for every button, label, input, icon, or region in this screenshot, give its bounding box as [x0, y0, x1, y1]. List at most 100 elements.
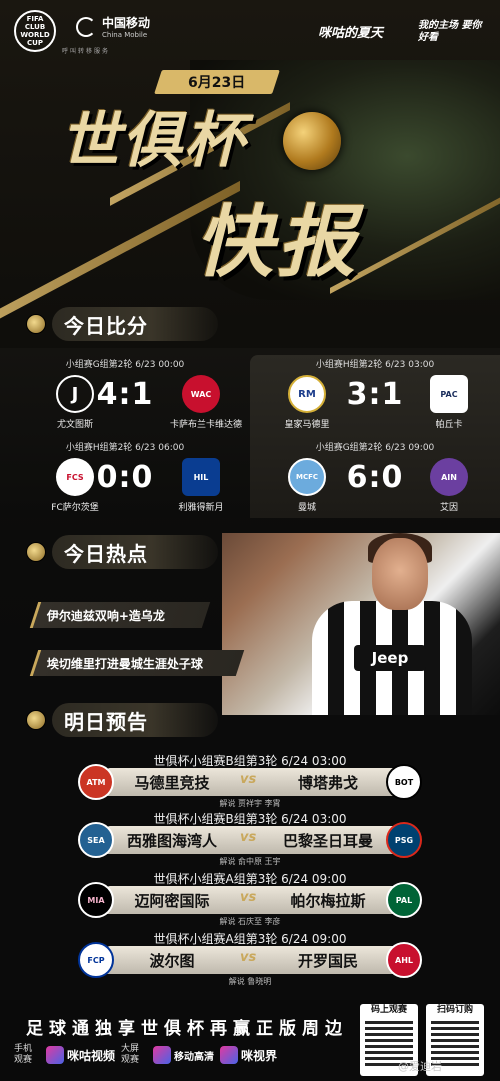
brand-migu-summer: 咪咕的夏天: [318, 26, 384, 41]
team-crest-al-ahly: AHL: [386, 942, 422, 978]
footer-slogan: 足球通独享世俱杯再赢正版周边: [26, 1019, 348, 1039]
app-mi-shijie[interactable]: 咪视界: [220, 1046, 277, 1064]
home-team-name: 迈阿密国际: [134, 891, 210, 910]
fifa-club-world-cup-logo: FIFA CLUB WORLD CUP: [14, 10, 56, 52]
football-icon: [26, 710, 46, 730]
match-meta: 小组赛G组第2轮 6/23 00:00: [65, 360, 185, 370]
title-club-world-cup: 世俱杯: [60, 106, 246, 176]
fifa-logo-text: FIFA CLUB WORLD CUP: [20, 15, 50, 47]
section-hot-label: 今日热点: [52, 535, 218, 569]
home-team-name: FC萨尔茨堡: [51, 503, 99, 513]
preview-match-info: 世俱杯小组赛A组第3轮 6/24 09:00: [153, 932, 347, 946]
away-team-name: 卡萨布兰卡维达德: [169, 420, 242, 430]
qr-watch-label: 码上观赛: [370, 1005, 407, 1015]
team-crest-atletico: ATM: [78, 764, 114, 800]
home-team-name: 马德里竞技: [134, 773, 210, 792]
home-team-name: 皇家马德里: [284, 420, 330, 430]
match-score: 4:1: [96, 377, 154, 412]
away-team-name: 帕尔梅拉斯: [290, 891, 366, 910]
hot-headline[interactable]: 伊尔迪兹双响+造乌龙: [29, 602, 211, 628]
score-card: 小组赛G组第2轮 6/23 00:00 J 4:1 WAC 尤文图斯 卡萨布兰卡…: [6, 357, 244, 432]
away-team-name: 巴黎圣日耳曼: [282, 831, 373, 850]
preview-match[interactable]: 世俱杯小组赛B组第3轮 6/24 03:00 SEA 西雅图海湾人 vs 巴黎圣…: [0, 810, 500, 876]
team-crest-inter-miami: MIA: [78, 882, 114, 918]
phone-watch-label: 手机观赛: [14, 1044, 33, 1065]
football-icon: [26, 314, 46, 334]
commentators: 解说 贾祥宇 李霄: [219, 799, 281, 808]
preview-match[interactable]: 世俱杯小组赛A组第3轮 6/24 09:00 MIA 迈阿密国际 vs 帕尔梅拉…: [0, 870, 500, 936]
player-face: [372, 538, 428, 610]
china-mobile-en: China Mobile: [102, 31, 148, 39]
team-crest-man-city: MCFC: [288, 458, 326, 496]
team-crest-wydad: WAC: [182, 375, 220, 413]
match-meta: 小组赛G组第2轮 6/23 09:00: [315, 443, 435, 453]
team-crest-al-hilal: HIL: [182, 458, 220, 496]
match-meta: 小组赛H组第2轮 6/23 03:00: [315, 360, 435, 370]
vs-label: vs: [240, 950, 257, 965]
home-team-name: 西雅图海湾人: [126, 831, 217, 850]
match-score: 6:0: [346, 460, 404, 495]
team-crest-al-ain: AIN: [430, 458, 468, 496]
mobile-hd-icon: [153, 1046, 172, 1064]
match-meta: 小组赛H组第2轮 6/23 06:00: [65, 443, 185, 453]
poster: FIFA CLUB WORLD CUP 中国移动 China Mobile 呼叫…: [0, 0, 500, 1081]
home-team-name: 曼城: [297, 503, 316, 513]
trophy-icon: [283, 112, 341, 170]
china-mobile-cn: 中国移动: [102, 16, 151, 30]
app-mobile-hd[interactable]: 移动高清: [153, 1046, 214, 1064]
hot-headline-text: 埃切维里打进曼城生涯处子球: [47, 656, 204, 671]
china-mobile-sub: 呼叫转移服务: [62, 48, 111, 55]
away-team-name: 帕丘卡: [435, 420, 463, 430]
team-crest-real-madrid: RM: [288, 375, 326, 413]
date-text: 6月23日: [188, 75, 246, 91]
football-icon: [26, 542, 46, 562]
player-photo: Jeep: [222, 533, 500, 715]
score-card: 小组赛H组第2轮 6/23 03:00 RM 3:1 PAC 皇家马德里 帕丘卡: [256, 357, 494, 432]
team-crest-porto: FCP: [78, 942, 114, 978]
commentators: 解说 鲁晓明: [228, 977, 272, 986]
section-scores-label: 今日比分: [52, 307, 218, 341]
tv-watch-label: 大屏观赛: [121, 1044, 140, 1065]
away-team-name: 艾因: [439, 503, 458, 513]
china-mobile-icon: [76, 16, 96, 37]
away-team-name: 博塔弗戈: [297, 773, 358, 792]
section-preview-header: 明日预告: [26, 702, 218, 738]
commentators: 解说 俞中原 王宇: [219, 857, 281, 866]
section-hot-header: 今日热点: [26, 534, 218, 570]
vs-label: vs: [240, 830, 257, 845]
top-bar: FIFA CLUB WORLD CUP 中国移动 China Mobile 呼叫…: [0, 0, 500, 60]
vs-label: vs: [240, 890, 257, 905]
team-crest-psg: PSG: [386, 822, 422, 858]
qr-subscribe-label: 扫码订购: [436, 1005, 473, 1015]
away-team-name: 开罗国民: [297, 951, 358, 970]
team-crest-palmeiras: PAL: [386, 882, 422, 918]
team-crest-seattle: SEA: [78, 822, 114, 858]
preview-match-info: 世俱杯小组赛A组第3轮 6/24 09:00: [153, 872, 347, 886]
title-bulletin: 快报: [195, 198, 360, 288]
shirt-sponsor: Jeep: [354, 645, 426, 671]
score-card: 小组赛G组第2轮 6/23 09:00 MCFC 6:0 AIN 曼城 艾因: [256, 440, 494, 515]
section-preview-label: 明日预告: [52, 703, 218, 737]
team-crest-pachuca: PAC: [430, 375, 468, 413]
hot-headline[interactable]: 埃切维里打进曼城生涯处子球: [29, 650, 245, 676]
commentators: 解说 石庆至 李彦: [219, 917, 281, 926]
section-scores-header: 今日比分: [26, 306, 218, 342]
team-crest-botafogo: BOT: [386, 764, 422, 800]
preview-match[interactable]: 世俱杯小组赛B组第3轮 6/24 03:00 ATM 马德里竞技 vs 博塔弗戈…: [0, 752, 500, 818]
vs-label: vs: [240, 772, 257, 787]
app-migu-video[interactable]: 咪咕视频: [46, 1046, 115, 1064]
migu-video-icon: [46, 1046, 64, 1064]
home-team-name: 波尔图: [149, 951, 195, 970]
match-score: 3:1: [346, 377, 404, 412]
date-badge: 6月23日: [154, 70, 280, 94]
watermark: @爱迪岩: [398, 1060, 442, 1073]
away-team-name: 利雅得新月: [178, 503, 224, 513]
home-team-name: 尤文图斯: [56, 420, 93, 430]
footer-apps: 手机观赛 咪咕视频 大屏观赛 移动高清 咪视界: [14, 1044, 277, 1066]
hot-headline-text: 伊尔迪兹双响+造乌龙: [47, 608, 166, 623]
china-mobile-logo: 中国移动 China Mobile: [76, 14, 150, 39]
preview-match[interactable]: 世俱杯小组赛A组第3轮 6/24 09:00 FCP 波尔图 vs 开罗国民 A…: [0, 930, 500, 996]
match-score: 0:0: [96, 460, 154, 495]
brand-my-home: 我的主场 要你好看: [418, 20, 482, 43]
mi-shijie-icon: [220, 1046, 239, 1064]
